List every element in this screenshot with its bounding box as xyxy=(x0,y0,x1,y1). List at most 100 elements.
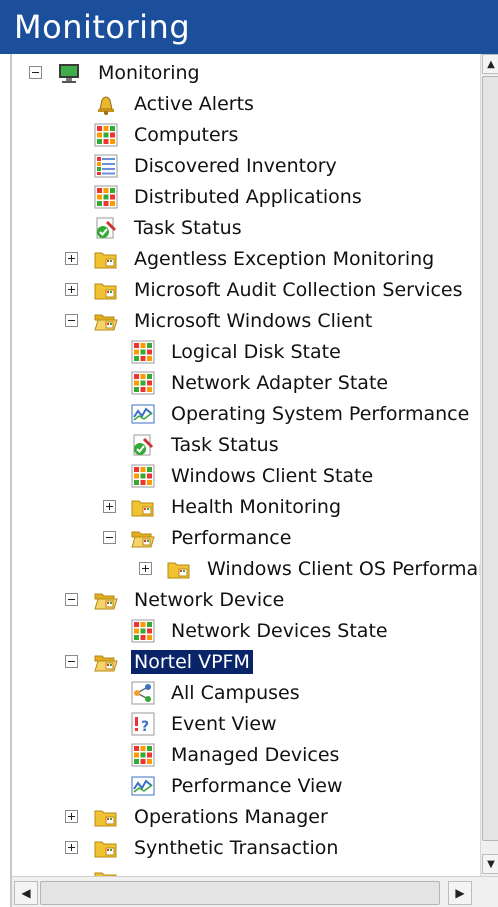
tree-node-label: Performance xyxy=(171,527,292,549)
collapse-toggle[interactable] xyxy=(29,66,42,79)
tree-node-operating-system-performance[interactable]: Operating System Performance xyxy=(12,399,472,429)
vertical-scrollbar[interactable]: ▲ ▼ xyxy=(480,54,498,876)
tree-node-nortel-vpfm[interactable]: Nortel VPFM xyxy=(12,647,472,677)
navigation-tree-panel: Monitoring Active Alerts Computers Disco… xyxy=(10,54,498,907)
expand-toggle[interactable] xyxy=(65,252,78,265)
tree-node-task-status[interactable]: Task Status xyxy=(12,213,472,243)
tree-node-label: All Campuses xyxy=(171,682,300,704)
horizontal-scroll-thumb[interactable] xyxy=(40,881,440,905)
tree-node-windows-client-os-performance[interactable]: Windows Client OS Performar xyxy=(12,554,480,584)
grid-view-icon xyxy=(94,185,118,209)
tree-node-health-monitoring[interactable]: Health Monitoring xyxy=(12,492,472,522)
tree-node-label: Computers xyxy=(134,124,239,146)
folder-icon xyxy=(94,278,118,302)
folder-icon xyxy=(94,247,118,271)
scroll-up-button[interactable]: ▲ xyxy=(482,54,498,74)
tree-node-label: Network Adapter State xyxy=(171,372,389,394)
tree-node-label: Discovered Inventory xyxy=(134,155,337,177)
performance-chart-icon xyxy=(131,774,155,798)
horizontal-scrollbar[interactable]: ◀ ▶ xyxy=(12,876,498,907)
expand-toggle[interactable] xyxy=(65,283,78,296)
tree-node-label: Managed Devices xyxy=(171,744,340,766)
svg-text:?: ? xyxy=(141,719,149,735)
folder-open-icon xyxy=(94,588,118,612)
tree-node-active-alerts[interactable]: Active Alerts xyxy=(12,89,472,119)
vertical-scroll-thumb[interactable] xyxy=(482,76,498,841)
folder-icon xyxy=(131,495,155,519)
tree-node-microsoft-windows-client[interactable]: Microsoft Windows Client xyxy=(12,306,472,336)
tree-node-monitoring[interactable]: Monitoring xyxy=(12,58,472,88)
tree-node-label: Microsoft Audit Collection Services xyxy=(134,279,463,301)
tree-node-network-device[interactable]: Network Device xyxy=(12,585,472,615)
tree-node-microsoft-audit-collection-services[interactable]: Microsoft Audit Collection Services xyxy=(12,275,472,305)
grid-view-icon xyxy=(131,371,155,395)
tree-node-label: Operating System Performance xyxy=(171,403,470,425)
tree-node-label: Microsoft Windows Client xyxy=(134,310,373,332)
tree-node-label: Network Devices State xyxy=(171,620,388,642)
tree-node-discovered-inventory[interactable]: Discovered Inventory xyxy=(12,151,472,181)
tree-node-task-status[interactable]: Task Status xyxy=(12,430,472,460)
tree-node-label: Performance View xyxy=(171,775,343,797)
tree-node-windows-client-state[interactable]: Windows Client State xyxy=(12,461,472,491)
folder-icon xyxy=(167,557,191,581)
tree-node-managed-devices[interactable]: Managed Devices xyxy=(12,740,472,770)
scroll-right-button[interactable]: ▶ xyxy=(448,881,472,905)
tree-node-event-view[interactable]: ? Event View xyxy=(12,709,472,739)
tree-node-computers[interactable]: Computers xyxy=(12,120,472,150)
tree-node-network-devices-state[interactable]: Network Devices State xyxy=(12,616,472,646)
tree-node-all-campuses[interactable]: All Campuses xyxy=(12,678,472,708)
folder-open-icon xyxy=(94,309,118,333)
tree-node-performance[interactable]: Performance xyxy=(12,523,472,553)
event-icon: ? xyxy=(131,712,155,736)
tree-node-label: Task Status xyxy=(134,217,242,239)
expand-toggle[interactable] xyxy=(65,810,78,823)
monitor-icon xyxy=(57,61,81,85)
grid-view-icon xyxy=(131,619,155,643)
tree-node-label: Distributed Applications xyxy=(134,186,362,208)
collapse-toggle[interactable] xyxy=(65,593,78,606)
expand-toggle[interactable] xyxy=(103,500,116,513)
scroll-down-button[interactable]: ▼ xyxy=(482,854,498,874)
tree-node-label: Nortel VPFM xyxy=(131,650,253,674)
tree-node-label: Logical Disk State xyxy=(171,341,341,363)
folder-icon xyxy=(94,867,118,876)
tree-node-performance-view[interactable]: Performance View xyxy=(12,771,472,801)
collapse-toggle[interactable] xyxy=(65,314,78,327)
monitoring-tree: Monitoring Active Alerts Computers Disco… xyxy=(12,54,480,876)
tree-node-label: Windows Client State xyxy=(171,465,374,487)
tree-node-label: Windows Client OS Performar xyxy=(207,558,480,580)
tree-node-label: Agentless Exception Monitoring xyxy=(134,248,435,270)
folder-open-icon xyxy=(131,526,155,550)
grid-view-icon xyxy=(131,340,155,364)
tree-node-label: Active Alerts xyxy=(134,93,254,115)
grid-view-icon xyxy=(131,743,155,767)
collapse-toggle[interactable] xyxy=(65,655,78,668)
bell-icon xyxy=(94,92,118,116)
tree-node-label: Monitoring xyxy=(98,62,200,84)
tree-node-label: Operations Manager xyxy=(134,806,328,828)
expand-toggle[interactable] xyxy=(139,562,152,575)
tree-node-synthetic-transaction[interactable]: Synthetic Transaction xyxy=(12,833,472,863)
tree-node-label: Event View xyxy=(171,713,277,735)
tree-node-agentless-exception-monitoring[interactable]: Agentless Exception Monitoring xyxy=(12,244,472,274)
task-status-icon xyxy=(131,433,155,457)
tree-node-operations-manager[interactable]: Operations Manager xyxy=(12,802,472,832)
grid-view-icon xyxy=(131,464,155,488)
diagram-icon xyxy=(131,681,155,705)
tree-node-network-adapter-state[interactable]: Network Adapter State xyxy=(12,368,472,398)
grid-view-icon xyxy=(94,123,118,147)
expand-toggle[interactable] xyxy=(65,841,78,854)
scroll-left-button[interactable]: ◀ xyxy=(14,881,38,905)
performance-chart-icon xyxy=(131,402,155,426)
tree-node-partial xyxy=(12,864,472,876)
task-status-icon xyxy=(94,216,118,240)
tree-node-logical-disk-state[interactable]: Logical Disk State xyxy=(12,337,472,367)
tree-node-label: Health Monitoring xyxy=(171,496,342,518)
pane-title: Monitoring xyxy=(0,0,498,54)
folder-icon xyxy=(94,805,118,829)
list-view-icon xyxy=(94,154,118,178)
tree-node-distributed-applications[interactable]: Distributed Applications xyxy=(12,182,472,212)
tree-node-label: Synthetic Transaction xyxy=(134,837,339,859)
collapse-toggle[interactable] xyxy=(103,531,116,544)
folder-icon xyxy=(94,836,118,860)
